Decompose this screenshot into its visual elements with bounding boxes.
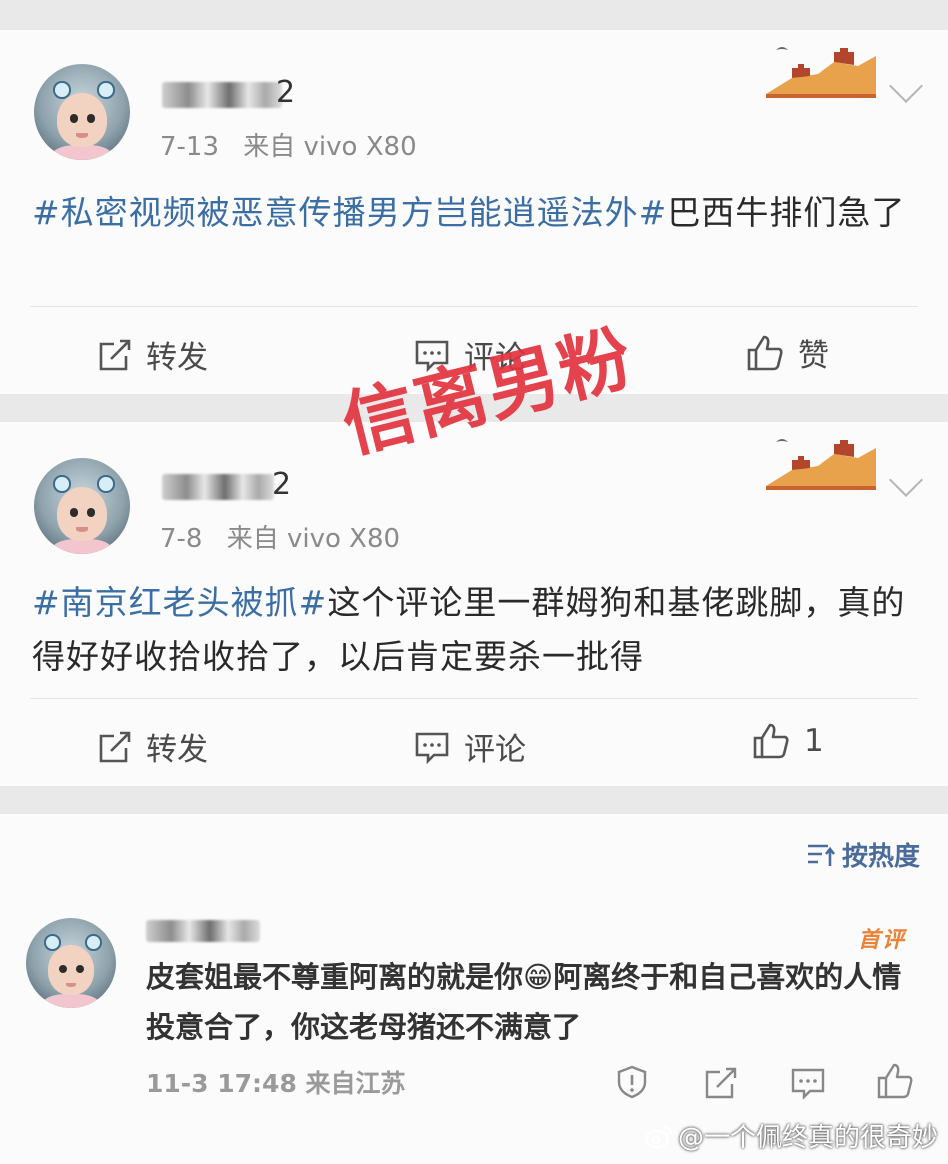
divider [30, 306, 918, 307]
post-date: 7-8 [160, 524, 203, 554]
repost-icon [99, 731, 131, 762]
comment-text: 皮套姐最不尊重阿离的就是你😁阿离终于和自己喜欢的人情投意合了，你这老母猪还不满意… [146, 960, 902, 1044]
sort-by-hot-button[interactable]: 按热度 [806, 836, 920, 873]
like-button[interactable]: 1 [752, 722, 824, 760]
sort-label: 按热度 [841, 842, 920, 872]
like-icon [747, 335, 783, 370]
post-source: 来自 vivo X80 [243, 132, 417, 162]
comment-button[interactable]: 评论 [414, 724, 526, 769]
post-hashtag[interactable]: #私密视频被恶意传播男方岂能逍遥法外# [32, 193, 667, 232]
post-card-2: 2 7-8 来自 vivo X80 #南京红老头被抓#这个评论里一群姆狗和基佬跳… [0, 422, 948, 786]
repost-icon [99, 339, 131, 370]
post-hashtag[interactable]: #南京红老头被抓# [32, 583, 327, 622]
credit-text: @一个佩终真的很奇妙 [677, 1123, 938, 1153]
post-body: #私密视频被恶意传播男方岂能逍遥法外#巴西牛排们急了 [32, 186, 912, 240]
great-wall-badge-icon [766, 439, 876, 490]
first-comment-badge: 首评 [858, 928, 907, 953]
avatar[interactable] [34, 458, 130, 554]
comment-label: 评论 [464, 732, 526, 768]
username-blurred[interactable] [162, 474, 274, 500]
post-body: #南京红老头被抓#这个评论里一群姆狗和基佬跳脚，真的得好好收拾收拾了，以后肯定要… [32, 576, 912, 684]
like-count: 1 [804, 723, 824, 759]
like-button[interactable]: 赞 [746, 330, 829, 375]
like-icon[interactable] [876, 1062, 914, 1100]
weibo-logo-icon [644, 1125, 673, 1148]
comment-icon [415, 732, 449, 764]
post-meta: 7-8 来自 vivo X80 [160, 518, 400, 555]
repost-button[interactable]: 转发 [98, 332, 208, 377]
username-suffix[interactable]: 2 [272, 470, 291, 500]
post-source: 来自 vivo X80 [226, 524, 401, 554]
chevron-down-icon[interactable] [889, 69, 923, 103]
username-blurred[interactable] [162, 82, 282, 108]
comment-meta: 11-3 17:48 来自江苏 [146, 1069, 406, 1098]
great-wall-badge-icon [766, 47, 876, 98]
source-credit: @一个佩终真的很奇妙 [644, 1117, 938, 1154]
report-icon[interactable] [614, 1064, 650, 1100]
post-date: 7-13 [160, 132, 220, 162]
repost-label: 转发 [146, 732, 208, 768]
like-label: 赞 [798, 338, 829, 374]
sort-icon [807, 844, 835, 866]
like-icon [753, 723, 789, 759]
repost-button[interactable]: 转发 [98, 724, 208, 769]
post-meta: 7-13 来自 vivo X80 [160, 126, 417, 163]
repost-icon[interactable] [704, 1066, 738, 1100]
post-text: 巴西牛排们急了 [667, 193, 906, 232]
commenter-avatar[interactable] [26, 918, 116, 1008]
username-suffix[interactable]: 2 [276, 78, 295, 108]
comment-icon[interactable] [790, 1066, 826, 1100]
commenter-name-blurred[interactable] [146, 920, 260, 942]
avatar[interactable] [34, 64, 130, 160]
repost-label: 转发 [146, 340, 208, 376]
chevron-down-icon[interactable] [889, 463, 923, 497]
divider [30, 698, 918, 699]
